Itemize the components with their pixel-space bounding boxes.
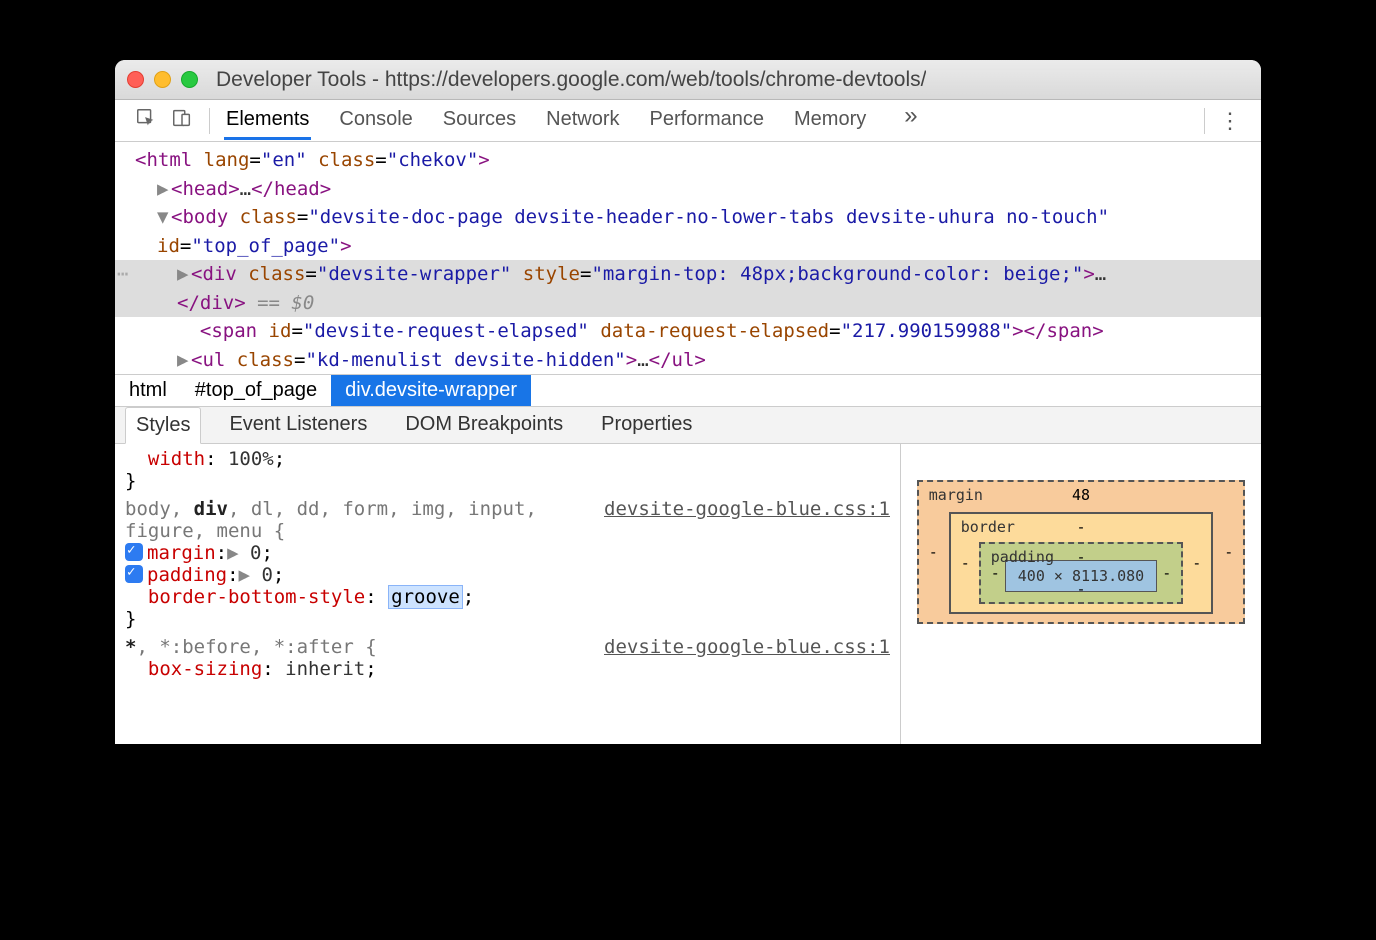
style-value-edit[interactable]: groove xyxy=(388,585,463,609)
tab-elements[interactable]: Elements xyxy=(224,102,311,140)
breadcrumb-selected[interactable]: div.devsite-wrapper xyxy=(331,375,531,406)
toolbar: Elements Console Sources Network Perform… xyxy=(115,100,1261,142)
dom-tree[interactable]: <html lang="en" class="chekov"> ▶<head>…… xyxy=(115,142,1261,374)
toolbar-separator xyxy=(209,108,210,134)
breadcrumb-body[interactable]: #top_of_page xyxy=(181,375,331,406)
box-model-border[interactable]: border - - - 3 padding - - - - 400 × 811… xyxy=(949,512,1213,614)
minimize-traffic-light[interactable] xyxy=(154,71,171,88)
tab-network[interactable]: Network xyxy=(544,102,621,140)
source-link[interactable]: devsite-google-blue.css:1 xyxy=(604,498,890,520)
tab-memory[interactable]: Memory xyxy=(792,102,868,140)
dom-ul[interactable]: ▶<ul class="kd-menulist devsite-hidden">… xyxy=(115,346,1261,375)
tab-sources[interactable]: Sources xyxy=(441,102,518,140)
style-rule-1[interactable]: devsite-google-blue.css:1 body, div, dl,… xyxy=(125,498,890,630)
kebab-menu-icon[interactable]: ⋮ xyxy=(1209,108,1253,134)
close-traffic-light[interactable] xyxy=(127,71,144,88)
checkbox-padding[interactable] xyxy=(125,565,143,583)
subtab-properties[interactable]: Properties xyxy=(591,407,702,443)
window-title: Developer Tools - https://developers.goo… xyxy=(216,68,926,92)
box-model-padding[interactable]: padding - - - - 400 × 8113.080 xyxy=(979,542,1183,604)
titlebar: Developer Tools - https://developers.goo… xyxy=(115,60,1261,100)
dom-body[interactable]: ▼<body class="devsite-doc-page devsite-h… xyxy=(115,203,1261,232)
toolbar-separator-right xyxy=(1204,108,1205,134)
dom-html[interactable]: <html lang="en" class="chekov"> xyxy=(115,146,1261,175)
styles-subtabs: Styles Event Listeners DOM Breakpoints P… xyxy=(115,407,1261,444)
checkbox-margin[interactable] xyxy=(125,543,143,561)
box-model-pane[interactable]: margin 48 - - - border - - - 3 padding -… xyxy=(901,444,1261,744)
subtab-styles[interactable]: Styles xyxy=(125,407,201,444)
device-toggle-icon[interactable] xyxy=(171,107,193,135)
dom-selected-close[interactable]: </div> == $0 xyxy=(115,289,1261,318)
subtab-event-listeners[interactable]: Event Listeners xyxy=(219,407,377,443)
tab-performance[interactable]: Performance xyxy=(648,102,767,140)
breadcrumb: html #top_of_page div.devsite-wrapper xyxy=(115,374,1261,407)
devtools-window: Developer Tools - https://developers.goo… xyxy=(115,60,1261,744)
dom-span[interactable]: <span id="devsite-request-elapsed" data-… xyxy=(115,317,1261,346)
subtab-dom-breakpoints[interactable]: DOM Breakpoints xyxy=(395,407,573,443)
style-rule-2[interactable]: devsite-google-blue.css:1 *, *:before, *… xyxy=(125,636,890,680)
zoom-traffic-light[interactable] xyxy=(181,71,198,88)
source-link-2[interactable]: devsite-google-blue.css:1 xyxy=(604,636,890,658)
breadcrumb-html[interactable]: html xyxy=(115,375,181,406)
box-model-margin[interactable]: margin 48 - - - border - - - 3 padding -… xyxy=(917,480,1245,624)
main-tabs: Elements Console Sources Network Perform… xyxy=(214,102,1200,140)
ellipsis-icon[interactable]: ⋯ xyxy=(117,260,128,289)
bottom-panes: width: 100%; } devsite-google-blue.css:1… xyxy=(115,444,1261,744)
styles-pane[interactable]: width: 100%; } devsite-google-blue.css:1… xyxy=(115,444,901,744)
tabs-overflow[interactable]: » xyxy=(894,102,927,140)
dom-selected-div[interactable]: ⋯▶<div class="devsite-wrapper" style="ma… xyxy=(115,260,1261,289)
inspect-icon[interactable] xyxy=(135,107,157,135)
dom-body-id[interactable]: id="top_of_page"> xyxy=(115,232,1261,261)
dom-head[interactable]: ▶<head>…</head> xyxy=(115,175,1261,204)
style-rule-0[interactable]: width: 100%; } xyxy=(125,448,890,492)
tab-console[interactable]: Console xyxy=(337,102,414,140)
